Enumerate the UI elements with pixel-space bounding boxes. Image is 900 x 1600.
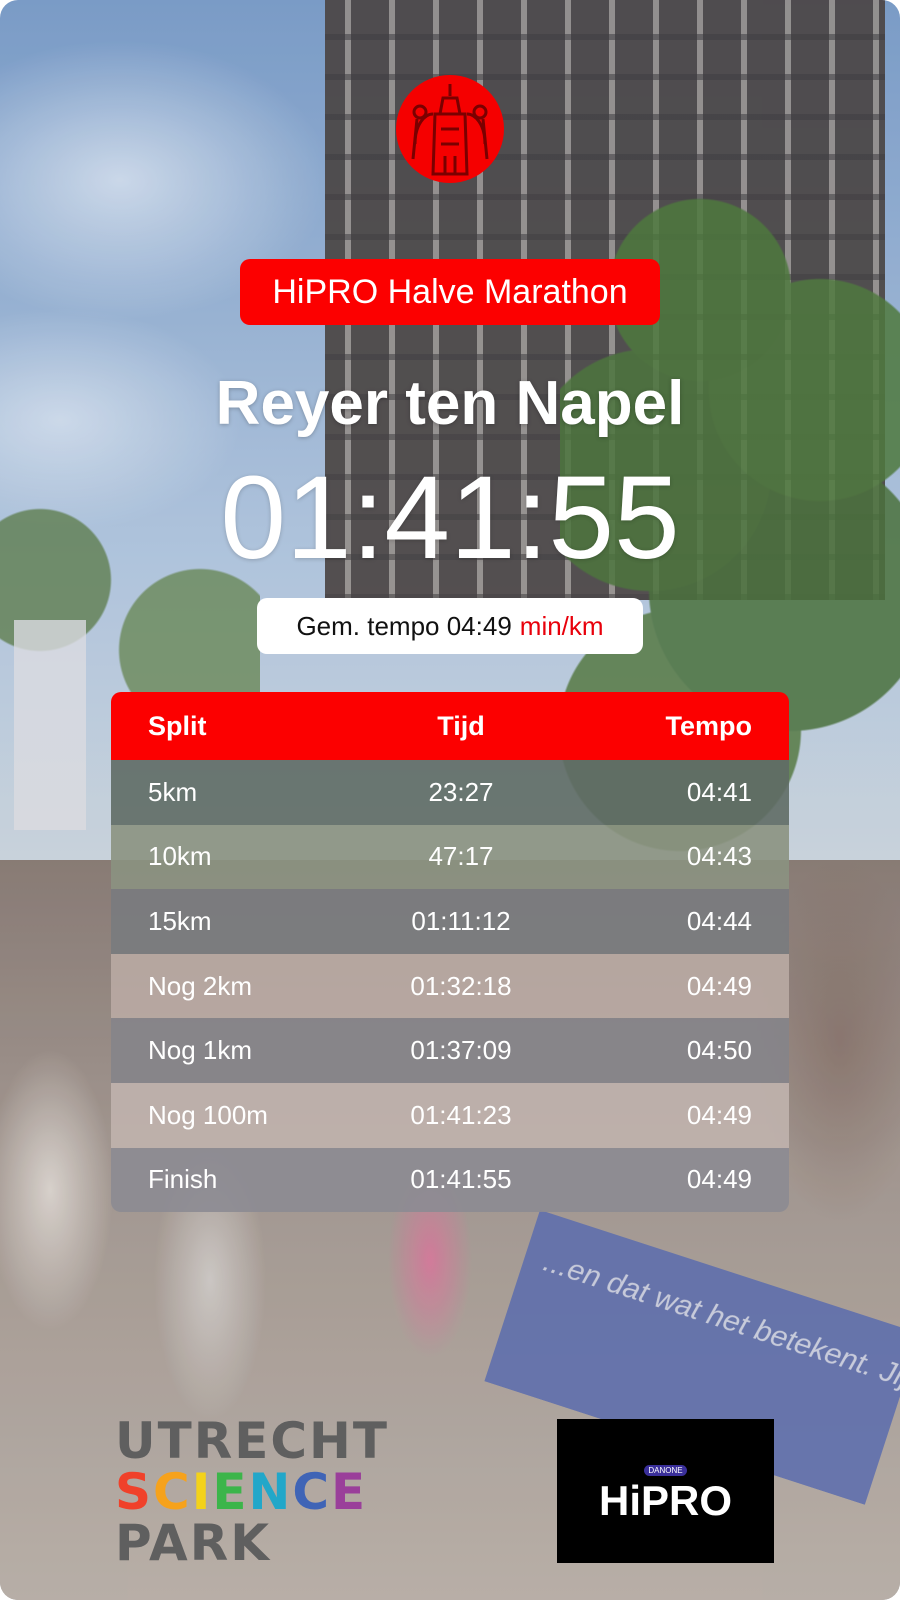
split-pace: 04:49: [686, 1099, 752, 1130]
runner-name: Reyer ten Napel: [215, 369, 685, 438]
split-time: 23:27: [428, 776, 494, 807]
splits-table-header: Split Tijd Tempo: [111, 692, 789, 760]
finish-time: 01:41:55: [220, 452, 680, 584]
usp-science-letter: E: [212, 1463, 249, 1521]
event-logo-icon: [396, 75, 504, 183]
usp-logo-line2: SCIENCE: [115, 1467, 389, 1518]
splits-table: Split Tijd Tempo 5km 23:27 04:41 10km 47…: [111, 692, 789, 1213]
split-time: 01:41:55: [410, 1164, 512, 1195]
split-label: Nog 100m: [148, 1099, 268, 1130]
table-row: Finish 01:41:55 04:49: [111, 1147, 789, 1213]
column-header-time: Tijd: [437, 710, 485, 741]
split-label: Nog 2km: [148, 970, 253, 1001]
split-pace: 04:41: [686, 776, 752, 807]
table-row: 10km 47:17 04:43: [111, 824, 789, 890]
danone-label: DANONE: [644, 1465, 687, 1476]
column-header-split: Split: [148, 710, 207, 741]
event-title-badge: HiPRO Halve Marathon: [240, 259, 660, 325]
hipro-logo-text: HiPRO: [598, 1477, 732, 1524]
split-time: 01:11:12: [411, 905, 511, 936]
table-row: 15km 01:11:12 04:44: [111, 889, 789, 954]
table-row: Nog 100m 01:41:23 04:49: [111, 1082, 789, 1148]
table-row: 5km 23:27 04:41: [111, 760, 789, 825]
usp-science-letter: S: [115, 1463, 154, 1521]
split-label: Finish: [148, 1164, 218, 1195]
usp-science-letter: C: [153, 1463, 192, 1521]
splits-table-body: 5km 23:27 04:41 10km 47:17 04:43 15km 01…: [111, 760, 789, 1213]
usp-science-letter: I: [191, 1463, 213, 1521]
split-pace: 04:44: [686, 905, 752, 936]
split-time: 01:41:23: [410, 1099, 512, 1130]
average-pace-unit: min/km: [519, 610, 604, 641]
split-pace: 04:43: [686, 841, 752, 872]
average-pace-label: Gem. tempo 04:49: [296, 610, 512, 641]
utrecht-science-park-logo: UTRECHT SCIENCE PARK: [115, 1416, 389, 1569]
hipro-logo: DANONE HiPRO: [557, 1419, 774, 1563]
split-pace: 04:50: [686, 1035, 752, 1066]
usp-science-letter: E: [331, 1463, 368, 1521]
split-pace: 04:49: [686, 1164, 752, 1195]
usp-logo-line1: UTRECHT: [115, 1412, 390, 1470]
usp-science-letter: C: [292, 1463, 332, 1521]
average-pace-badge: Gem. tempo 04:49 min/km: [257, 598, 643, 654]
usp-logo-line3: PARK: [115, 1514, 271, 1572]
split-label: 5km: [148, 776, 198, 807]
split-label: 10km: [148, 841, 212, 872]
split-label: 15km: [148, 905, 212, 936]
split-label: Nog 1km: [148, 1035, 253, 1066]
table-row: Nog 2km 01:32:18 04:49: [111, 953, 789, 1019]
split-time: 47:17: [428, 841, 494, 872]
column-header-pace: Tempo: [665, 710, 753, 741]
split-time: 01:32:18: [410, 970, 512, 1001]
table-row: Nog 1km 01:37:09 04:50: [111, 1018, 789, 1083]
usp-science-letter: N: [248, 1463, 293, 1521]
event-title: HiPRO Halve Marathon: [272, 272, 628, 311]
result-card: ...en dat wat het betekent. Jij als dono…: [0, 0, 900, 1600]
split-time: 01:37:09: [410, 1035, 512, 1066]
split-pace: 04:49: [686, 970, 752, 1001]
